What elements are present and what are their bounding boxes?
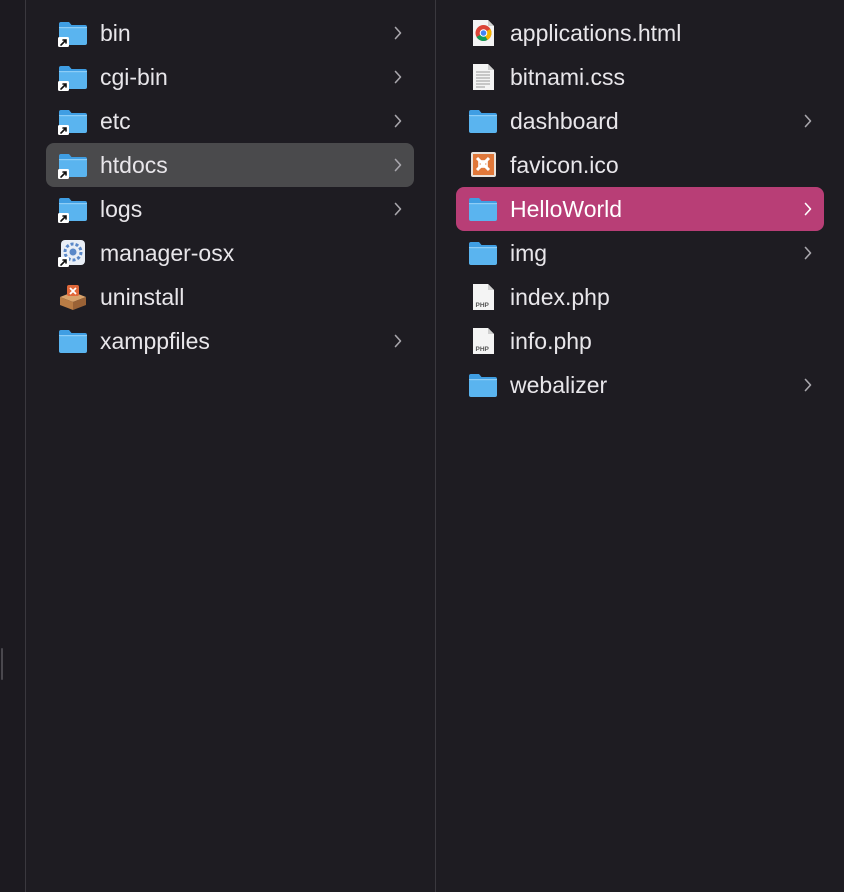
item-label: index.php xyxy=(510,284,610,310)
column-htdocs: applications.html bitnami.css dashboard … xyxy=(456,11,824,407)
php-file-icon: PHP xyxy=(468,283,498,311)
php-file-icon: PHP xyxy=(468,327,498,355)
chevron-right-icon xyxy=(394,70,402,84)
item-label: HelloWorld xyxy=(510,196,623,222)
svg-text:PHP: PHP xyxy=(476,302,490,309)
item-label: img xyxy=(510,240,548,266)
folder-alias-icon xyxy=(58,19,88,47)
item-label: info.php xyxy=(510,328,592,354)
chevron-right-icon xyxy=(394,202,402,216)
chevron-right-icon xyxy=(394,26,402,40)
item-label: webalizer xyxy=(510,372,608,398)
uninstaller-app-icon xyxy=(58,283,88,311)
column-divider[interactable] xyxy=(435,0,436,892)
folder-alias-icon xyxy=(58,107,88,135)
list-item[interactable]: HelloWorld xyxy=(456,187,824,231)
list-item[interactable]: webalizer xyxy=(456,363,824,407)
item-label: manager-osx xyxy=(100,240,235,266)
folder-icon xyxy=(468,239,498,267)
item-label: logs xyxy=(100,196,143,222)
chrome-html-file-icon xyxy=(468,19,498,47)
text-document-icon xyxy=(468,63,498,91)
chevron-right-icon xyxy=(804,378,812,392)
item-label: dashboard xyxy=(510,108,619,134)
list-item[interactable]: htdocs xyxy=(46,143,414,187)
item-label: bin xyxy=(100,20,131,46)
item-label: xamppfiles xyxy=(100,328,210,354)
list-item[interactable]: PHP info.php xyxy=(456,319,824,363)
folder-alias-icon xyxy=(58,151,88,179)
item-label: cgi-bin xyxy=(100,64,168,90)
folder-icon xyxy=(468,107,498,135)
list-item[interactable]: xamppfiles xyxy=(46,319,414,363)
column-divider[interactable] xyxy=(25,0,26,892)
list-item[interactable]: PHP index.php xyxy=(456,275,824,319)
chevron-right-icon xyxy=(804,202,812,216)
xampp-ico-file-icon xyxy=(468,151,498,179)
chevron-right-icon xyxy=(804,246,812,260)
list-item[interactable]: uninstall xyxy=(46,275,414,319)
column-xampp: bin cgi-bin etc htdocs logs manager-osx … xyxy=(46,11,414,363)
app-alias-icon xyxy=(58,239,88,267)
list-item[interactable]: applications.html xyxy=(456,11,824,55)
list-item[interactable]: img xyxy=(456,231,824,275)
item-label: favicon.ico xyxy=(510,152,619,178)
list-item[interactable]: logs xyxy=(46,187,414,231)
folder-alias-icon xyxy=(58,195,88,223)
list-item[interactable]: dashboard xyxy=(456,99,824,143)
item-label: htdocs xyxy=(100,152,168,178)
item-label: etc xyxy=(100,108,131,134)
chevron-right-icon xyxy=(394,158,402,172)
item-label: bitnami.css xyxy=(510,64,626,90)
list-item[interactable]: bitnami.css xyxy=(456,55,824,99)
list-item[interactable]: etc xyxy=(46,99,414,143)
svg-text:PHP: PHP xyxy=(476,346,490,353)
chevron-right-icon xyxy=(804,114,812,128)
folder-icon xyxy=(468,195,498,223)
column-resize-handle[interactable] xyxy=(1,648,3,680)
folder-icon xyxy=(468,371,498,399)
list-item[interactable]: manager-osx xyxy=(46,231,414,275)
item-label: uninstall xyxy=(100,284,185,310)
chevron-right-icon xyxy=(394,114,402,128)
folder-alias-icon xyxy=(58,63,88,91)
previous-column xyxy=(0,0,25,892)
item-label: applications.html xyxy=(510,20,682,46)
list-item[interactable]: cgi-bin xyxy=(46,55,414,99)
list-item[interactable]: favicon.ico xyxy=(456,143,824,187)
list-item[interactable]: bin xyxy=(46,11,414,55)
chevron-right-icon xyxy=(394,334,402,348)
folder-icon xyxy=(58,327,88,355)
